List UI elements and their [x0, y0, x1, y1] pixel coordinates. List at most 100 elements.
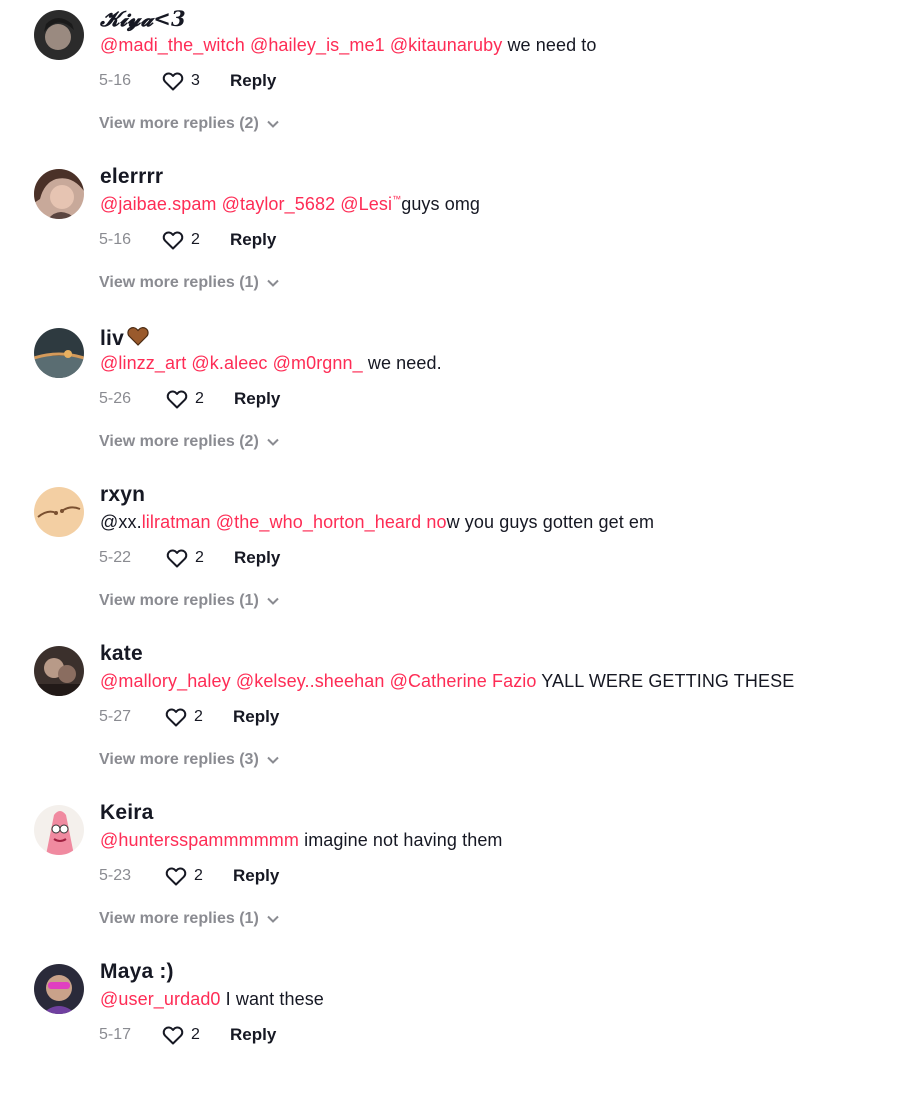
- comment-meta: 5-17 2 Reply: [99, 1022, 276, 1048]
- comment-username[interactable]: liv: [100, 324, 151, 351]
- user-avatar[interactable]: [34, 964, 84, 1014]
- comment-text-segment: imagine not having them: [299, 830, 503, 850]
- comment-text: @jaibae.spam @taylor_5682 @Lesi™guys omg: [100, 194, 480, 215]
- comment-username[interactable]: Maya :): [100, 960, 174, 984]
- like-count: 2: [195, 549, 204, 566]
- comment-text: @madi_the_witch @hailey_is_me1 @kitaunar…: [100, 35, 597, 56]
- like-count: 2: [191, 231, 200, 248]
- chevron-down-icon: [267, 915, 279, 923]
- comment-text: @user_urdad0 I want these: [100, 989, 324, 1010]
- comment-text-segment: guys omg: [401, 194, 481, 214]
- chevron-down-icon: [267, 279, 279, 287]
- view-more-replies[interactable]: View more replies (1): [99, 910, 279, 928]
- reply-button[interactable]: Reply: [234, 389, 280, 409]
- comment-item: liv @linzz_art @k.aleec @m0rgnn_ we need…: [0, 318, 908, 477]
- mention-link[interactable]: @Lesi: [340, 194, 392, 214]
- user-avatar[interactable]: [34, 328, 84, 378]
- mention-link[interactable]: @jaibae.spam: [100, 194, 217, 214]
- mention-link[interactable]: @m0rgnn_: [273, 353, 363, 373]
- mention-link[interactable]: @mallory_haley: [100, 671, 231, 691]
- comment-date: 5-27: [99, 708, 132, 725]
- like-button[interactable]: 2: [164, 705, 233, 729]
- mention-link[interactable]: @taylor_5682: [222, 194, 336, 214]
- reply-button[interactable]: Reply: [233, 707, 279, 727]
- view-more-replies[interactable]: View more replies (3): [99, 751, 279, 769]
- view-more-replies[interactable]: View more replies (1): [99, 274, 279, 292]
- comment-date: 5-26: [99, 390, 132, 407]
- user-avatar[interactable]: [34, 805, 84, 855]
- comment-text-segment: we need.: [362, 353, 442, 373]
- comment-meta: 5-23 2 Reply: [99, 863, 279, 889]
- mention-link[interactable]: @madi_the_witch: [100, 35, 245, 55]
- comment-date: 5-17: [99, 1026, 132, 1043]
- comment-date: 5-16: [99, 231, 132, 248]
- comment-text-segment: w you guys gotten get em: [446, 512, 655, 532]
- mention-link[interactable]: @the_who_horton_heard: [216, 512, 422, 532]
- mention-link[interactable]: @user_urdad0: [100, 989, 221, 1009]
- mention-link[interactable]: ™: [392, 194, 401, 204]
- like-button[interactable]: 2: [164, 864, 233, 888]
- comment-text-segment: I want these: [220, 989, 324, 1009]
- mention-link[interactable]: no: [426, 512, 446, 532]
- mention-link[interactable]: @kelsey..sheehan: [236, 671, 385, 691]
- chevron-down-icon: [267, 120, 279, 128]
- heart-icon: [162, 231, 184, 250]
- user-avatar[interactable]: [34, 646, 84, 696]
- like-button[interactable]: 3: [161, 69, 230, 93]
- comment-item: rxyn @xx.lilratman @the_who_horton_heard…: [0, 477, 908, 636]
- chevron-down-icon: [267, 438, 279, 446]
- comment-meta: 5-16 3 Reply: [99, 68, 276, 94]
- user-avatar[interactable]: [34, 487, 84, 537]
- comment-text-segment: we need to: [502, 35, 597, 55]
- heart-icon: [166, 549, 188, 568]
- comment-item: Maya :) @user_urdad0 I want these 5-17 2…: [0, 954, 908, 1113]
- like-button[interactable]: 2: [165, 546, 234, 570]
- mention-link[interactable]: @kitaunaruby: [390, 35, 503, 55]
- user-avatar[interactable]: [34, 10, 84, 60]
- comment-meta: 5-27 2 Reply: [99, 704, 279, 730]
- comment-date: 5-22: [99, 549, 132, 566]
- comment-meta: 5-26 2 Reply: [99, 386, 280, 412]
- view-more-replies[interactable]: View more replies (2): [99, 115, 279, 133]
- view-more-replies-label: View more replies (1): [99, 592, 259, 609]
- chevron-down-icon: [267, 756, 279, 764]
- comment-meta: 5-16 2 Reply: [99, 227, 276, 253]
- reply-button[interactable]: Reply: [230, 230, 276, 250]
- comment-item: Keira @huntersspammmmmm imagine not havi…: [0, 795, 908, 954]
- heart-icon: [165, 867, 187, 886]
- mention-link[interactable]: lilratman: [142, 512, 211, 532]
- comment-username[interactable]: 𝓚𝓲𝔂𝓪<3: [100, 6, 186, 32]
- view-more-replies[interactable]: View more replies (1): [99, 592, 279, 610]
- reply-button[interactable]: Reply: [233, 866, 279, 886]
- mention-link[interactable]: @linzz_art: [100, 353, 186, 373]
- reply-button[interactable]: Reply: [230, 1025, 276, 1045]
- like-count: 2: [195, 390, 204, 407]
- comment-username[interactable]: elerrrr: [100, 165, 163, 189]
- view-more-replies-label: View more replies (1): [99, 910, 259, 927]
- like-button[interactable]: 2: [161, 228, 230, 252]
- mention-link[interactable]: @k.aleec: [191, 353, 267, 373]
- mention-link[interactable]: @hailey_is_me1: [250, 35, 385, 55]
- comment-item: 𝓚𝓲𝔂𝓪<3 @madi_the_witch @hailey_is_me1 @k…: [0, 0, 908, 159]
- view-more-replies-label: View more replies (2): [99, 115, 259, 132]
- comment-item: elerrrr @jaibae.spam @taylor_5682 @Lesi™…: [0, 159, 908, 318]
- comment-item: kate @mallory_haley @kelsey..sheehan @Ca…: [0, 636, 908, 795]
- like-count: 2: [191, 1026, 200, 1043]
- user-avatar[interactable]: [34, 169, 84, 219]
- mention-link[interactable]: @huntersspammmmmm: [100, 830, 299, 850]
- comment-username[interactable]: kate: [100, 642, 143, 666]
- heart-icon: [166, 390, 188, 409]
- heart-icon: [162, 72, 184, 91]
- reply-button[interactable]: Reply: [234, 548, 280, 568]
- like-button[interactable]: 2: [161, 1023, 230, 1047]
- comment-username[interactable]: Keira: [100, 801, 154, 825]
- comment-date: 5-16: [99, 72, 132, 89]
- mention-link[interactable]: @Catherine Fazio: [390, 671, 537, 691]
- comment-text: @mallory_haley @kelsey..sheehan @Catheri…: [100, 671, 794, 692]
- like-button[interactable]: 2: [165, 387, 234, 411]
- comment-username[interactable]: rxyn: [100, 483, 145, 507]
- reply-button[interactable]: Reply: [230, 71, 276, 91]
- view-more-replies[interactable]: View more replies (2): [99, 433, 279, 451]
- comment-text: @huntersspammmmmm imagine not having the…: [100, 830, 503, 851]
- heart-icon: [162, 1026, 184, 1045]
